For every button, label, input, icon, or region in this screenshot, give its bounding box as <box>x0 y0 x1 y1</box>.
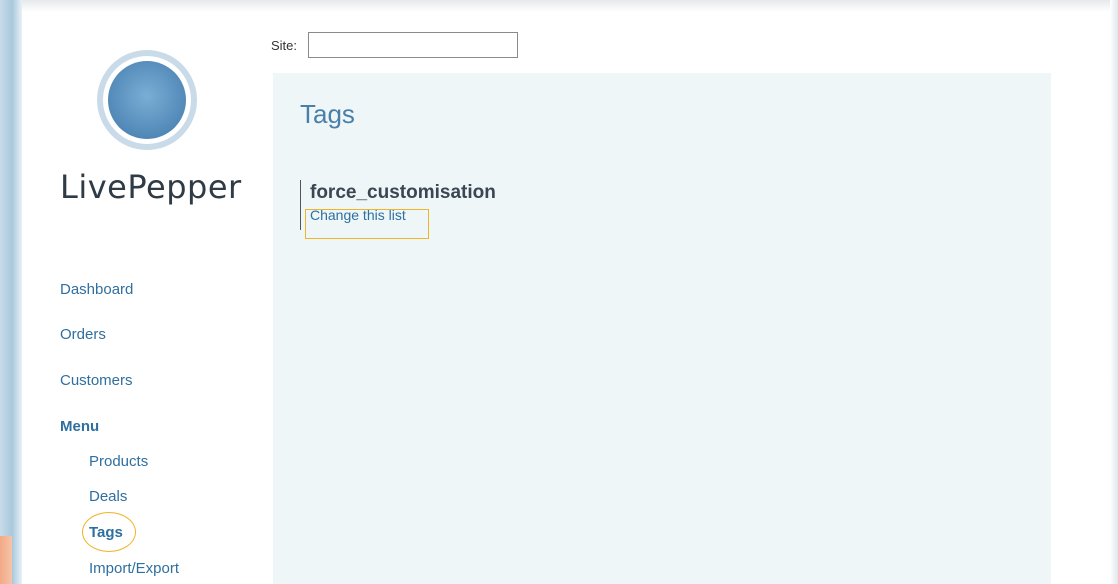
sidebar-item-products[interactable]: Products <box>89 453 148 470</box>
content-panel <box>273 73 1051 584</box>
page-title: Tags <box>300 99 355 129</box>
site-input[interactable] <box>308 32 518 58</box>
change-link-highlight-box <box>305 209 429 239</box>
app-window: LivePepper Dashboard Orders Customers Me… <box>0 0 1118 584</box>
sidebar-item-menu[interactable]: Menu <box>60 418 99 435</box>
sidebar-item-dashboard[interactable]: Dashboard <box>60 281 133 298</box>
site-label: Site: <box>271 38 298 53</box>
sidebar-item-orders[interactable]: Orders <box>60 326 106 343</box>
top-shadow <box>0 0 1118 12</box>
tag-name: force_customisation <box>310 182 496 203</box>
brand-name[interactable]: LivePepper <box>60 168 242 206</box>
tags-highlight-circle <box>82 512 136 552</box>
sidebar-item-import-export[interactable]: Import/Export <box>89 560 179 577</box>
circle-logo-icon <box>97 50 197 150</box>
sidebar-item-customers[interactable]: Customers <box>60 372 133 389</box>
sidebar-item-deals[interactable]: Deals <box>89 488 127 505</box>
right-edge-shadow <box>1110 0 1118 584</box>
left-edge-bar <box>0 0 22 584</box>
left-edge-accent <box>0 536 12 584</box>
